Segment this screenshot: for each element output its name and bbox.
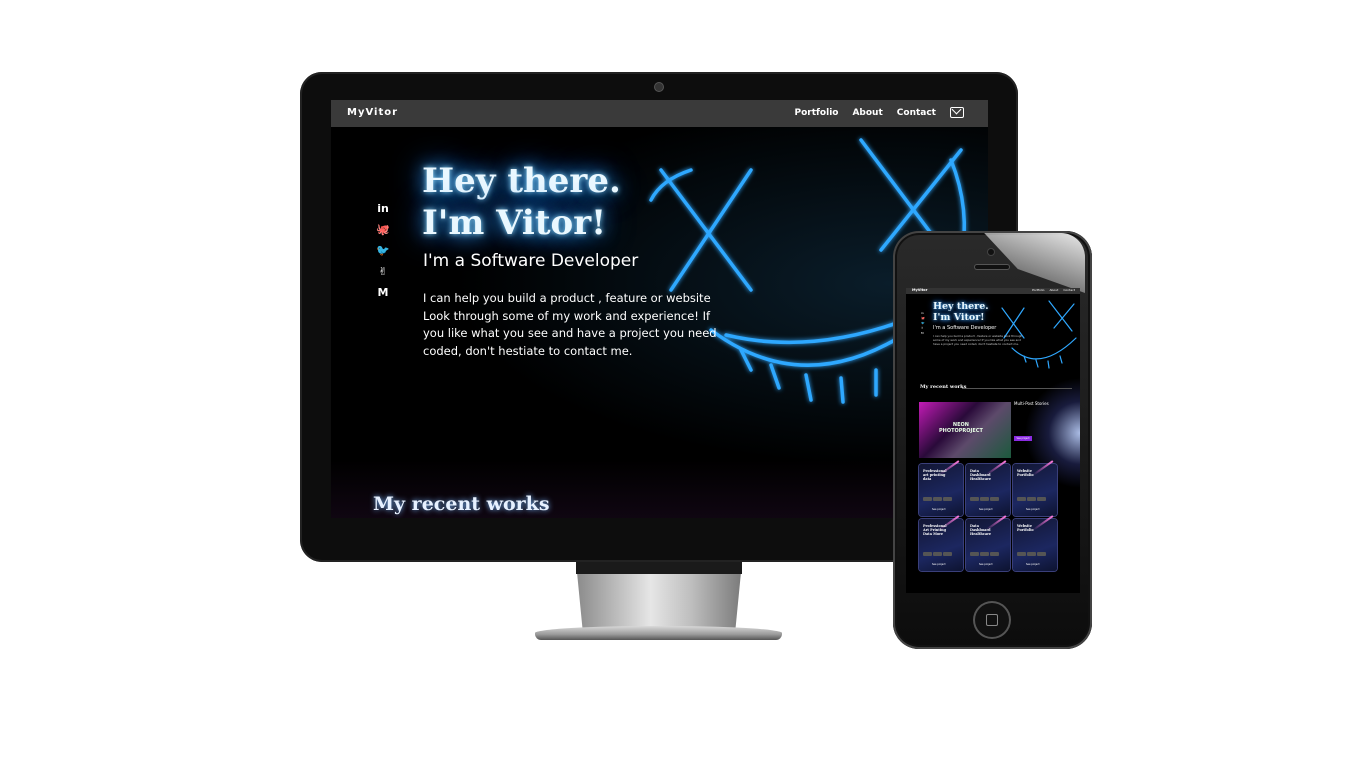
nav-links: Portfolio About Contact: [794, 107, 964, 118]
card-tags: [1017, 552, 1046, 556]
phone-nav-link-contact[interactable]: Contact: [1063, 288, 1075, 292]
mail-icon[interactable]: [950, 107, 964, 118]
phone-hero-title: Hey there. I'm Vitor!: [933, 301, 989, 323]
front-camera-icon: [988, 249, 994, 255]
monitor-stand-base: [535, 626, 782, 640]
phone-featured-title: Multi-Post Stories: [1014, 401, 1049, 406]
phone-nav-link-about[interactable]: About: [1049, 288, 1058, 292]
card-see-project-button[interactable]: See project: [1026, 563, 1040, 566]
nav-link-portfolio[interactable]: Portfolio: [794, 108, 838, 118]
project-card[interactable]: Data Dashboard Healthcare See project: [966, 460, 1010, 516]
recent-works-heading: My recent works: [373, 493, 550, 515]
phone-linkedin-icon[interactable]: in: [921, 312, 925, 315]
hero-title-line1: Hey there.: [422, 161, 621, 201]
nav-link-about[interactable]: About: [852, 108, 882, 118]
phone-featured-see-project-button[interactable]: See project: [1014, 436, 1032, 441]
earpiece-speaker: [975, 265, 1009, 269]
phone-nav-link-portfolio[interactable]: Portfolio: [1032, 288, 1044, 292]
phone-recent-works-heading: My recent works: [920, 384, 967, 390]
medium-icon[interactable]: M: [376, 287, 390, 298]
phone-heading-divider: [962, 388, 1072, 389]
card-tags: [1017, 497, 1046, 501]
project-card[interactable]: Website Portfolio See project: [1013, 460, 1057, 516]
github-icon[interactable]: 🐙: [376, 224, 390, 235]
project-card[interactable]: Professional art printing data See proje…: [919, 460, 963, 516]
phone-twitter-icon[interactable]: 🐦: [921, 322, 925, 325]
card-see-project-button[interactable]: See project: [979, 563, 993, 566]
card-tags: [923, 552, 952, 556]
project-card[interactable]: Website Portfolio See project: [1013, 515, 1057, 571]
home-button[interactable]: [975, 603, 1009, 637]
card-see-project-button[interactable]: See project: [979, 508, 993, 511]
hero-title: Hey there. I'm Vitor!: [422, 160, 621, 244]
brand-logo[interactable]: MyVitor: [347, 107, 398, 118]
phone-nav-links: Portfolio About Contact: [1032, 288, 1075, 292]
desktop-screen: MyVitor Portfolio About Contact in 🐙 🐦 ✌…: [331, 100, 988, 518]
card-tags: [970, 497, 999, 501]
phone-hero-title-line1: Hey there.: [933, 301, 989, 312]
phone-hero-subtitle: I'm a Software Developer: [933, 325, 997, 331]
phone-brand-logo[interactable]: MyVitor: [912, 288, 927, 292]
phone-device: MyVitor Portfolio About Contact in 🐙 🐦 ✌…: [893, 231, 1092, 649]
phone-hero-title-line2: I'm Vitor!: [933, 312, 985, 323]
phone-github-icon[interactable]: 🐙: [921, 317, 925, 320]
phone-featured-project-image[interactable]: NEON PHOTOPROJECT: [919, 402, 1011, 458]
card-title: Website Portfolio: [1017, 524, 1034, 532]
card-tags: [970, 552, 999, 556]
phone-featured-description: [1014, 409, 1062, 413]
phone-navbar: MyVitor Portfolio About Contact: [906, 288, 1080, 294]
card-title: Website Portfolio: [1017, 469, 1034, 477]
glass-reflection: [984, 233, 1085, 293]
linkedin-icon[interactable]: in: [376, 203, 390, 214]
card-see-project-button[interactable]: See project: [932, 508, 946, 511]
project-card[interactable]: Data Dashboard Healthcare See project: [966, 515, 1010, 571]
hero-subtitle: I'm a Software Developer: [423, 251, 639, 271]
phone-medium-icon[interactable]: M: [921, 332, 925, 335]
webcam-icon: [655, 83, 663, 91]
card-see-project-button[interactable]: See project: [1026, 508, 1040, 511]
card-tags: [923, 497, 952, 501]
angellist-icon[interactable]: ✌: [376, 266, 390, 277]
hero-description: I can help you build a product , feature…: [423, 291, 717, 358]
social-links: in 🐙 🐦 ✌ M: [376, 203, 390, 298]
card-title: Professional Art Printing Data More: [923, 524, 947, 536]
card-see-project-button[interactable]: See project: [932, 563, 946, 566]
featured-image-text: NEON PHOTOPROJECT: [939, 422, 983, 434]
monitor-stand-shadow: [576, 562, 742, 574]
hero-title-line2: I'm Vitor!: [422, 203, 607, 243]
card-title: Data Dashboard Healthcare: [970, 469, 992, 481]
nav-link-contact[interactable]: Contact: [897, 108, 936, 118]
phone-screen: MyVitor Portfolio About Contact in 🐙 🐦 ✌…: [906, 288, 1080, 593]
project-card[interactable]: Professional Art Printing Data More See …: [919, 515, 963, 571]
twitter-icon[interactable]: 🐦: [376, 245, 390, 256]
top-navbar: MyVitor Portfolio About Contact: [331, 100, 988, 127]
card-title: Data Dashboard Healthcare: [970, 524, 992, 536]
phone-hero-description: I can help you build a product , feature…: [933, 334, 1023, 346]
phone-social-links: in 🐙 🐦 ✌ M: [921, 312, 925, 335]
card-title: Professional art printing data: [923, 469, 947, 481]
phone-angellist-icon[interactable]: ✌: [921, 327, 925, 330]
